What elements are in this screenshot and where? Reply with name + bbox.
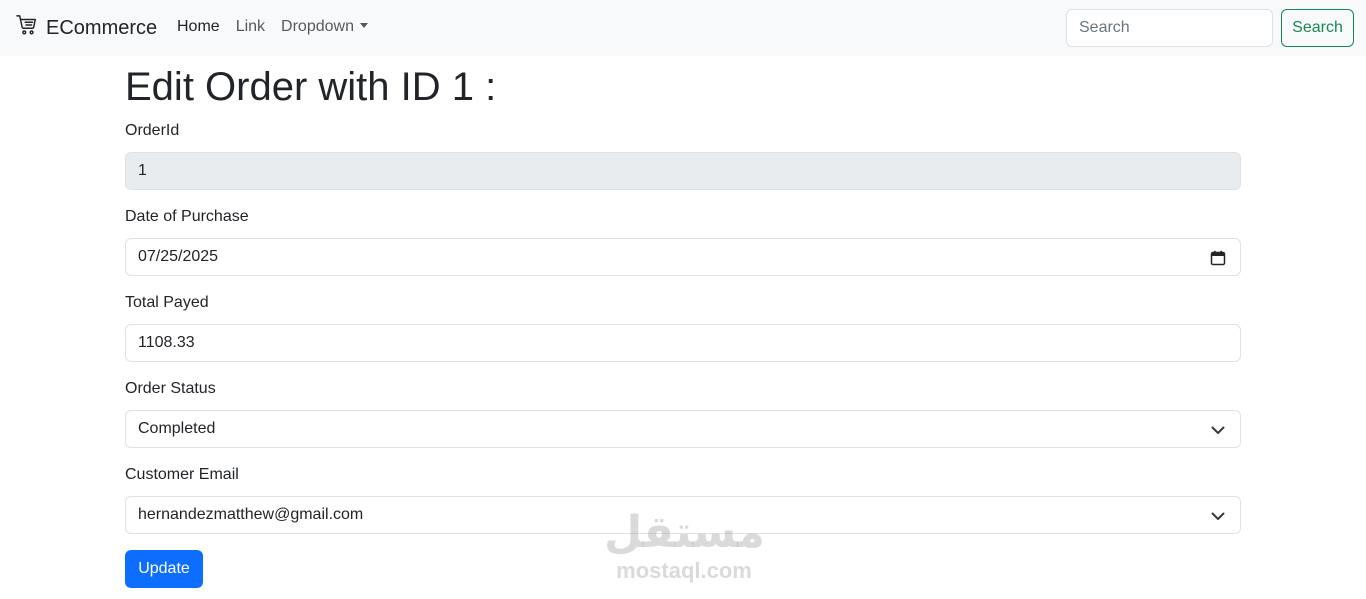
- order-status-select[interactable]: Completed: [125, 410, 1241, 448]
- search-button[interactable]: Search: [1281, 9, 1354, 47]
- email-value: hernandezmatthew@gmail.com: [138, 506, 364, 523]
- date-of-purchase-input[interactable]: 07/25/2025: [125, 238, 1241, 276]
- edit-order-form: Edit Order with ID 1 : OrderId 1 Date of…: [125, 56, 1241, 588]
- calendar-icon[interactable]: [1210, 250, 1226, 266]
- email-label: Customer Email: [125, 466, 239, 483]
- update-button[interactable]: Update: [125, 550, 203, 588]
- total-label: Total Payed: [125, 294, 209, 311]
- total-value: 1108.33: [138, 334, 195, 351]
- date-value: 07/25/2025: [138, 248, 219, 265]
- top-navbar: ECommerce Home Link Dropdown Search: [0, 0, 1366, 56]
- order-id-label: OrderId: [125, 122, 180, 139]
- chevron-down-icon: [1210, 422, 1226, 438]
- status-value: Completed: [138, 420, 216, 437]
- search-input[interactable]: [1066, 9, 1273, 47]
- watermark-logo: مستقل mostaql.com: [604, 508, 765, 590]
- status-label: Order Status: [125, 380, 216, 397]
- caret-down-icon: [359, 23, 368, 28]
- total-payed-input[interactable]: 1108.33: [125, 324, 1241, 362]
- brand-name: ECommerce: [46, 16, 158, 39]
- nav-dropdown-toggle[interactable]: Dropdown: [281, 18, 368, 36]
- nav-link-link[interactable]: Link: [236, 18, 265, 36]
- order-id-value: 1: [138, 162, 147, 179]
- page-title: Edit Order with ID 1 :: [125, 65, 497, 109]
- brand-link[interactable]: ECommerce: [16, 14, 157, 42]
- nav-dropdown-label: Dropdown: [281, 18, 354, 35]
- date-label: Date of Purchase: [125, 208, 249, 225]
- nav-links: Home Link Dropdown: [177, 18, 368, 36]
- watermark-latin: mostaql.com: [616, 558, 752, 583]
- chevron-down-icon: [1210, 508, 1226, 524]
- nav-home-link[interactable]: Home: [177, 18, 220, 36]
- order-id-field: 1: [125, 152, 1241, 190]
- watermark-arabic: مستقل: [604, 508, 765, 557]
- cart-icon: [16, 14, 38, 42]
